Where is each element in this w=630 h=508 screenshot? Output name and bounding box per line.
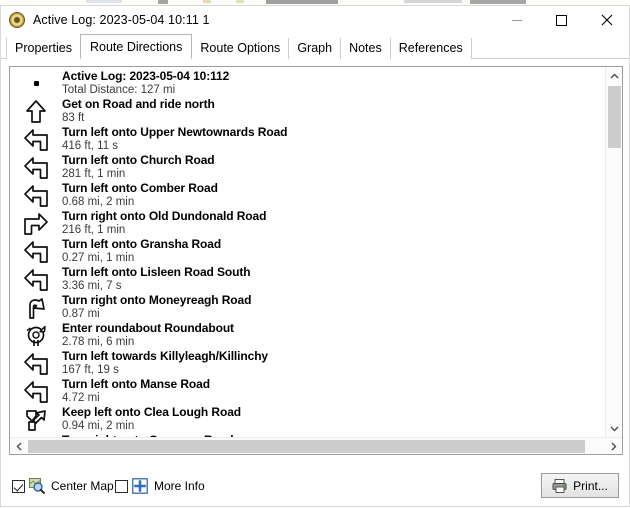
center-map-label: Center Map	[51, 479, 114, 493]
list-item[interactable]: Turn right onto Old Dundonald Road 216 f…	[10, 209, 605, 237]
step-detail: 0.68 mi, 2 min	[62, 196, 135, 208]
more-info-checkbox[interactable]	[115, 479, 128, 493]
minimize-icon	[511, 19, 522, 21]
magnifier-map-icon	[29, 478, 45, 494]
chevron-up-icon	[610, 73, 618, 78]
step-detail: 4.72 mi	[62, 392, 100, 404]
step-detail: 0.94 mi, 2 min	[62, 420, 135, 432]
list-item[interactable]: Turn left onto Manse Road 4.72 mi	[10, 377, 605, 405]
horizontal-scrollbar[interactable]	[10, 437, 622, 454]
title-bar: Active Log: 2023-05-04 10:11 1	[1, 6, 629, 34]
arrow-turn-left-icon	[18, 182, 54, 209]
step-detail: Total Distance: 127 mi	[62, 84, 176, 96]
list-item[interactable]: Turn left onto Church Road 281 ft, 1 min	[10, 153, 605, 181]
close-button[interactable]	[584, 6, 629, 34]
list-item[interactable]: Enter roundabout Roundabout 2.78 mi, 6 m…	[10, 321, 605, 349]
arrow-turn-left-icon	[18, 238, 54, 265]
step-detail: 83 ft	[62, 112, 85, 124]
step-title: Turn left towards Killyleagh/Killinchy	[62, 349, 269, 363]
globe-log-icon	[9, 12, 25, 28]
chevron-left-icon	[16, 442, 21, 451]
step-detail: 416 ft, 11 s	[62, 140, 119, 152]
printer-icon	[552, 478, 567, 493]
keep-left-icon	[18, 406, 54, 433]
bottom-bar: Center Map More Info Print...	[1, 461, 629, 508]
list-item[interactable]: Get on Road and ride north 83 ft	[10, 97, 605, 125]
tab-references[interactable]: References	[389, 38, 472, 59]
route-directions-list[interactable]: Active Log: 2023-05-04 10:112 Total Dist…	[10, 67, 605, 437]
tab-route-options[interactable]: Route Options	[191, 38, 290, 59]
list-item[interactable]: Turn left onto Comber Road 0.68 mi, 2 mi…	[10, 181, 605, 209]
tab-properties[interactable]: Properties	[6, 38, 81, 59]
step-detail: 2.78 mi, 6 min	[62, 336, 135, 348]
step-title: Turn left onto Lisleen Road South	[62, 265, 251, 279]
arrow-turn-left-icon	[18, 378, 54, 405]
step-title: Turn left onto Church Road	[62, 153, 215, 167]
tab-notes[interactable]: Notes	[340, 38, 391, 59]
list-item[interactable]: Turn right onto Moneyreagh Road 0.87 mi	[10, 293, 605, 321]
list-item[interactable]: Turn left towards Killyleagh/Killinchy 1…	[10, 349, 605, 377]
step-title: Active Log: 2023-05-04 10:112	[62, 69, 230, 83]
window-controls	[494, 6, 629, 34]
scroll-left-button[interactable]	[10, 438, 27, 455]
plus-page-icon	[132, 478, 148, 494]
step-detail: 167 ft, 19 s	[62, 364, 119, 376]
step-title: Turn right onto Old Dundonald Road	[62, 209, 267, 223]
close-icon	[601, 14, 612, 26]
arrow-sharp-right-icon	[18, 294, 54, 321]
list-item[interactable]: Turn left onto Upper Newtownards Road 41…	[10, 125, 605, 153]
active-log-window: Active Log: 2023-05-04 10:11 1 Propertie…	[0, 5, 630, 507]
window-title: Active Log: 2023-05-04 10:11 1	[33, 13, 210, 27]
route-directions-panel: Active Log: 2023-05-04 10:112 Total Dist…	[9, 66, 623, 455]
horizontal-scroll-thumb[interactable]	[28, 440, 585, 453]
more-info-option[interactable]: More Info	[115, 478, 205, 494]
list-item[interactable]: Active Log: 2023-05-04 10:112 Total Dist…	[10, 69, 605, 97]
step-title: Get on Road and ride north	[62, 97, 215, 111]
tab-strip: Properties Route Directions Route Option…	[1, 34, 629, 59]
step-detail: 216 ft, 1 min	[62, 224, 126, 236]
arrow-straight-icon	[18, 98, 54, 125]
scroll-up-button[interactable]	[606, 67, 622, 84]
chevron-down-icon	[610, 426, 618, 431]
bullet-dot-icon	[18, 70, 54, 96]
step-detail: 281 ft, 1 min	[62, 168, 126, 180]
print-button[interactable]: Print...	[541, 473, 619, 498]
chevron-right-icon	[611, 442, 616, 451]
vertical-scroll-thumb[interactable]	[608, 86, 621, 148]
center-map-option[interactable]: Center Map	[12, 478, 114, 494]
step-title: Keep left onto Clea Lough Road	[62, 405, 241, 419]
step-title: Turn left onto Manse Road	[62, 377, 210, 391]
list-item[interactable]: Turn left onto Lisleen Road South 3.36 m…	[10, 265, 605, 293]
arrow-turn-left-icon	[18, 126, 54, 153]
step-title: Turn left onto Gransha Road	[62, 237, 222, 251]
step-title: Turn left onto Upper Newtownards Road	[62, 125, 288, 139]
arrow-turn-left-icon	[18, 350, 54, 377]
tab-route-directions[interactable]: Route Directions	[79, 34, 193, 59]
center-map-checkbox[interactable]	[12, 479, 25, 493]
step-title: Enter roundabout Roundabout	[62, 321, 234, 335]
step-detail: 0.87 mi	[62, 308, 100, 320]
scroll-right-button[interactable]	[605, 438, 622, 455]
maximize-button[interactable]	[539, 6, 584, 34]
minimize-button[interactable]	[494, 6, 539, 34]
step-title: Turn right onto Moneyreagh Road	[62, 293, 252, 307]
vertical-scrollbar[interactable]	[605, 67, 622, 437]
list-item[interactable]: Keep left onto Clea Lough Road 0.94 mi, …	[10, 405, 605, 433]
arrow-turn-left-icon	[18, 154, 54, 181]
scroll-down-button[interactable]	[606, 420, 622, 437]
step-detail: 0.27 mi, 1 min	[62, 252, 135, 264]
arrow-turn-right-icon	[18, 210, 54, 237]
arrow-turn-left-icon	[18, 266, 54, 293]
maximize-icon	[556, 14, 567, 26]
list-item[interactable]: Turn left onto Gransha Road 0.27 mi, 1 m…	[10, 237, 605, 265]
print-label: Print...	[573, 478, 608, 493]
step-title: Turn left onto Comber Road	[62, 181, 218, 195]
roundabout-icon	[18, 322, 54, 349]
step-detail: 3.36 mi, 7 s	[62, 280, 122, 292]
more-info-label: More Info	[154, 479, 205, 493]
tab-graph[interactable]: Graph	[288, 38, 342, 59]
